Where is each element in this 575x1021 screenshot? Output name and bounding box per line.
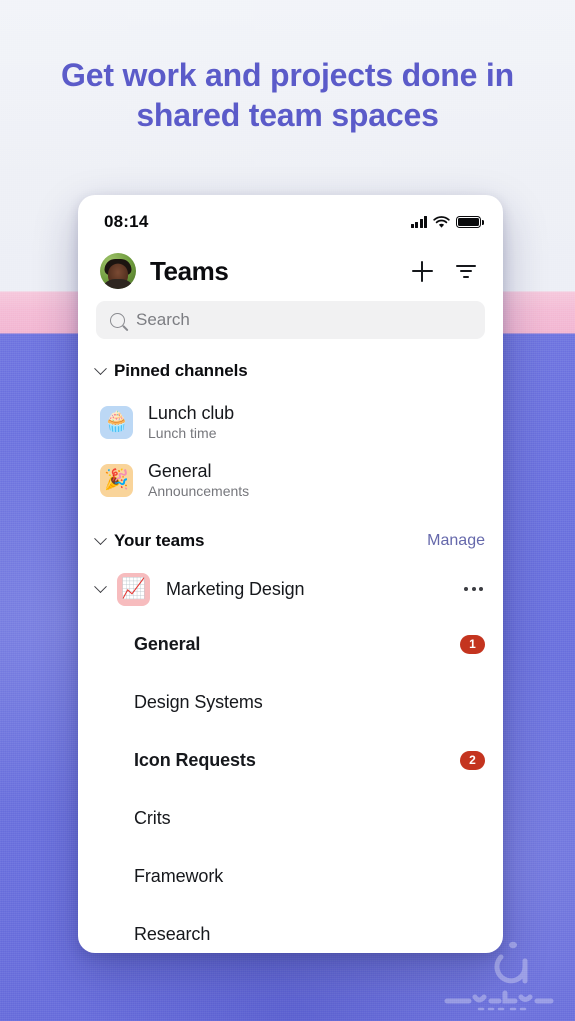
team-row-marketing-design[interactable]: 📈 Marketing Design xyxy=(78,563,503,615)
search-input[interactable]: Search xyxy=(96,301,485,339)
your-teams-title: Your teams xyxy=(114,531,205,550)
channel-row-design-systems[interactable]: Design Systems xyxy=(78,673,503,731)
chevron-down-icon xyxy=(94,531,107,545)
list-item-subtitle: Lunch time xyxy=(148,425,217,441)
search-icon xyxy=(110,312,125,328)
manage-link[interactable]: Manage xyxy=(427,532,485,550)
pinned-channels-title: Pinned channels xyxy=(114,361,248,380)
channel-row-icon-requests[interactable]: Icon Requests 2 xyxy=(78,731,503,789)
list-item-title: Lunch club xyxy=(148,403,235,423)
channel-name: General xyxy=(134,633,201,654)
list-item-text: Lunch club Lunch time xyxy=(148,403,234,441)
wifi-icon xyxy=(433,215,450,228)
channel-name: Design Systems xyxy=(134,691,263,712)
team-emoji-icon: 📈 xyxy=(117,572,150,606)
channel-name: Icon Requests xyxy=(134,749,256,770)
status-badge: 1 xyxy=(460,634,485,654)
avatar[interactable] xyxy=(100,253,136,289)
channel-emoji-icon: 🧁 xyxy=(100,405,133,439)
list-item-title: General xyxy=(148,461,212,481)
filter-button[interactable] xyxy=(451,256,481,286)
chevron-down-icon xyxy=(94,361,107,375)
list-item-subtitle: Announcements xyxy=(148,483,250,499)
add-button[interactable] xyxy=(407,256,437,286)
list-item[interactable]: 🎉 General Announcements xyxy=(78,451,503,509)
avatar-shoulder xyxy=(101,279,135,289)
channel-emoji-icon: 🎉 xyxy=(100,463,133,497)
team-name: Marketing Design xyxy=(166,578,305,599)
search-bar-wrap: Search xyxy=(78,299,503,339)
status-badge: 2 xyxy=(460,750,485,770)
channel-row-research[interactable]: Research xyxy=(78,905,503,953)
channel-name: Framework xyxy=(134,865,224,886)
page-title: Teams xyxy=(150,255,229,286)
channel-row-framework[interactable]: Framework xyxy=(78,847,503,905)
search-placeholder: Search xyxy=(136,310,190,329)
channel-name: Research xyxy=(134,923,211,944)
status-bar: 08:14 xyxy=(78,195,503,243)
your-teams-header[interactable]: Your teams Manage xyxy=(78,519,503,563)
status-indicators xyxy=(410,215,484,229)
list-item-text: General Announcements xyxy=(148,461,249,499)
promo-headline: Get work and projects done in shared tea… xyxy=(61,57,514,133)
phone-screenshot-card: 08:14 Teams Search Pinned channels 🧁 Lun… xyxy=(78,195,503,953)
channel-row-general[interactable]: General 1 xyxy=(78,615,503,673)
plus-icon xyxy=(411,260,433,282)
list-item[interactable]: 🧁 Lunch club Lunch time xyxy=(78,393,503,451)
chevron-down-icon[interactable] xyxy=(94,579,107,593)
filter-icon xyxy=(456,264,476,278)
pinned-channels-header[interactable]: Pinned channels xyxy=(78,349,503,393)
status-time: 08:14 xyxy=(104,212,149,231)
battery-full-icon xyxy=(456,215,484,229)
channel-name: Crits xyxy=(134,807,171,828)
more-options-icon[interactable] xyxy=(464,587,483,591)
app-header: Teams xyxy=(78,243,503,299)
channel-row-crits[interactable]: Crits xyxy=(78,789,503,847)
cellular-signal-icon xyxy=(410,216,427,228)
